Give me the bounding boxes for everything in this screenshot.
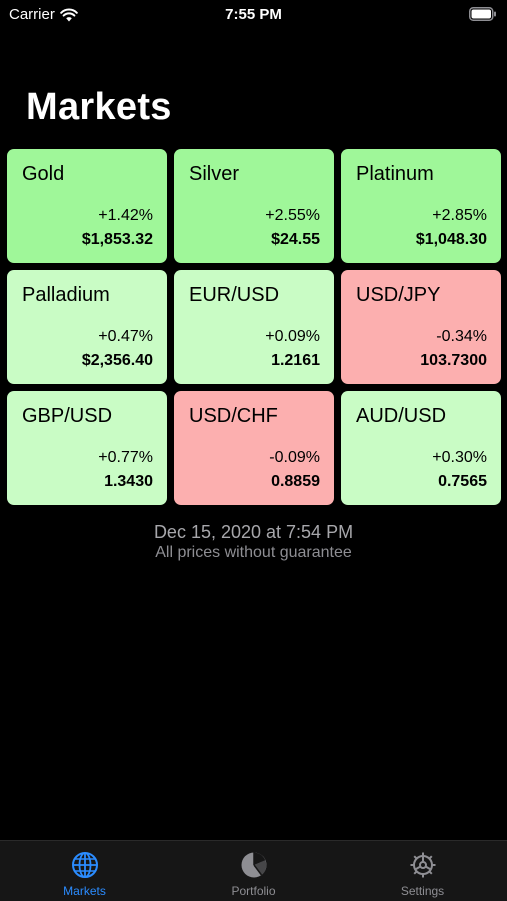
tab-bar: Markets Portfolio Settings — [0, 840, 507, 901]
market-tile-name: EUR/USD — [189, 284, 280, 306]
market-tile-change: -0.09% — [269, 449, 320, 466]
market-tile-price: 0.7565 — [438, 473, 487, 490]
market-tile[interactable]: GBP/USD +0.77% 1.3430 — [7, 391, 167, 505]
status-bar: Carrier 7:55 PM — [0, 0, 507, 30]
market-tile[interactable]: EUR/USD +0.09% 1.2161 — [174, 270, 334, 384]
pie-chart-icon — [240, 851, 268, 879]
status-time: 7:55 PM — [225, 6, 282, 23]
market-tile[interactable]: Palladium +0.47% $2,356.40 — [7, 270, 167, 384]
market-tile-name: GBP/USD — [22, 405, 113, 427]
market-tile-change: -0.34% — [436, 328, 487, 345]
market-tile[interactable]: AUD/USD +0.30% 0.7565 — [341, 391, 501, 505]
market-tile-change: +2.85% — [432, 207, 487, 224]
market-tile-price: 103.7300 — [420, 352, 487, 369]
market-tile-price: 1.3430 — [104, 473, 153, 490]
market-tile-name: AUD/USD — [356, 405, 447, 427]
market-grid: Gold +1.42% $1,853.32 Silver +2.55% $24.55 Pla… — [7, 149, 501, 505]
market-tile-change: +0.30% — [432, 449, 487, 466]
page-title: Markets — [26, 86, 172, 128]
tab-markets[interactable]: Markets — [0, 841, 169, 901]
market-tile-price: 1.2161 — [271, 352, 320, 369]
market-tile-change: +1.42% — [98, 207, 153, 224]
last-updated-timestamp: Dec 15, 2020 at 7:54 PM — [153, 522, 354, 542]
tab-portfolio[interactable]: Portfolio — [169, 841, 338, 901]
market-tile-name: USD/JPY — [356, 284, 441, 306]
market-tile-price: $24.55 — [271, 231, 320, 248]
tab-label: Markets — [63, 884, 106, 898]
market-tile[interactable]: USD/JPY -0.34% 103.7300 — [341, 270, 501, 384]
market-tile-name: Silver — [189, 163, 240, 185]
market-tile-price: $1,853.32 — [81, 231, 153, 248]
tab-label: Portfolio — [231, 884, 276, 898]
market-tile-name: Palladium — [22, 284, 110, 306]
market-tile-name: Platinum — [356, 163, 434, 185]
market-tile-name: USD/CHF — [189, 405, 278, 427]
globe-icon — [71, 851, 99, 879]
price-disclaimer: All prices without guarantee — [155, 544, 352, 561]
market-tile[interactable]: USD/CHF -0.09% 0.8859 — [174, 391, 334, 505]
market-tile-price: 0.8859 — [271, 473, 320, 490]
market-tile-price: $1,048.30 — [415, 231, 487, 248]
market-tile-change: +0.09% — [265, 328, 320, 345]
tab-label: Settings — [400, 884, 445, 898]
market-tile-name: Gold — [22, 163, 65, 185]
market-tile-change: +0.47% — [98, 328, 153, 345]
market-tile[interactable]: Platinum +2.85% $1,048.30 — [341, 149, 501, 263]
market-tile[interactable]: Silver +2.55% $24.55 — [174, 149, 334, 263]
market-tile-price: $2,356.40 — [81, 352, 153, 369]
battery-icon — [469, 7, 497, 26]
market-tile-change: +2.55% — [265, 207, 320, 224]
gear-icon — [409, 851, 437, 879]
tab-settings[interactable]: Settings — [338, 841, 507, 901]
market-tile-change: +0.77% — [98, 449, 153, 466]
market-tile[interactable]: Gold +1.42% $1,853.32 — [7, 149, 167, 263]
